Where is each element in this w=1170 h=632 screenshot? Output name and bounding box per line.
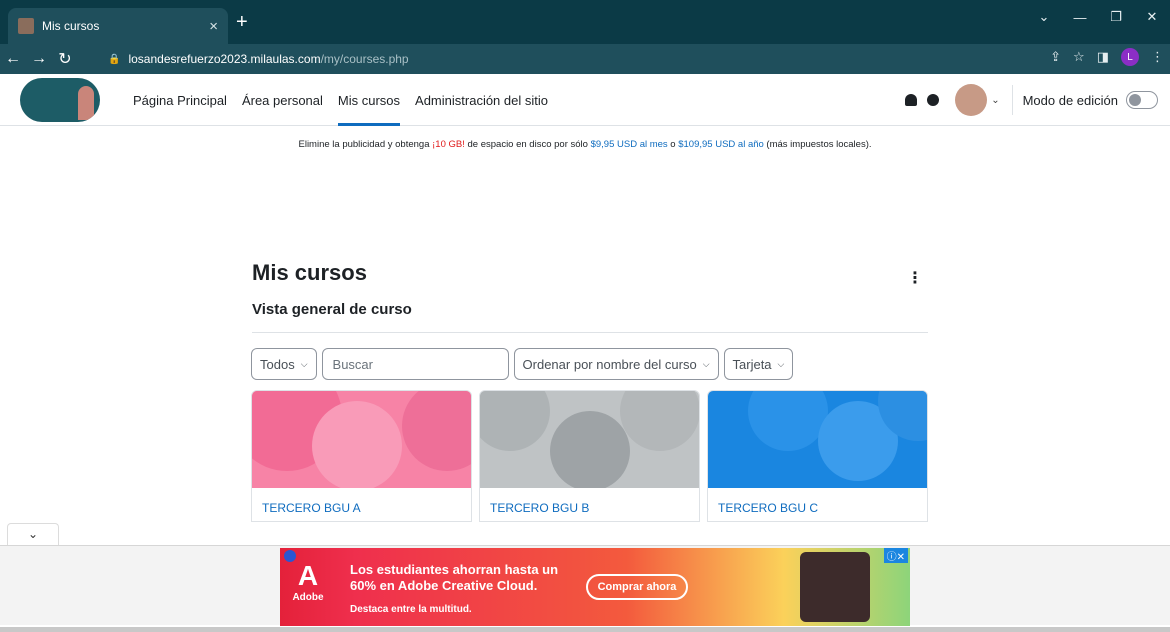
nav-site-admin[interactable]: Administración del sitio bbox=[415, 74, 548, 126]
user-avatar[interactable] bbox=[955, 84, 988, 116]
chevron-down-icon: ⌵ bbox=[777, 358, 785, 369]
ad-removal-notice: Elimine la publicidad y obtenga ¡10 GB! … bbox=[0, 139, 1170, 150]
section-divider bbox=[252, 332, 928, 333]
browser-menu-icon[interactable]: ⋮ bbox=[1151, 49, 1164, 65]
back-icon[interactable]: ← bbox=[0, 50, 26, 68]
course-overview-title: Vista general de curso bbox=[252, 301, 412, 318]
adobe-wordmark: Adobe bbox=[292, 592, 324, 603]
lock-icon[interactable]: 🔒 bbox=[108, 54, 120, 65]
ad-close-icon[interactable]: ⓘ✕ bbox=[883, 548, 908, 563]
chevron-down-icon: ⌵ bbox=[300, 358, 308, 369]
sort-label: Ordenar por nombre del curso bbox=[522, 356, 697, 372]
minimize-icon[interactable]: — bbox=[1062, 0, 1098, 34]
course-search-input[interactable]: Buscar bbox=[321, 348, 509, 380]
nav-dashboard[interactable]: Área personal bbox=[242, 74, 323, 126]
ad-subheadline: Destaca entre la multitud. bbox=[350, 604, 472, 615]
search-placeholder: Buscar bbox=[332, 356, 373, 372]
bookmark-star-icon[interactable]: ☆ bbox=[1073, 49, 1085, 65]
price-year-link[interactable]: $109,95 USD al año bbox=[678, 139, 764, 150]
edit-mode-label: Modo de edición bbox=[1022, 92, 1118, 108]
course-card[interactable]: TERCERO BGU B bbox=[479, 390, 700, 522]
navbar-divider bbox=[1011, 85, 1013, 115]
site-navbar: Página Principal Área personal Mis curso… bbox=[0, 74, 1170, 126]
course-card[interactable]: TERCERO BGU C bbox=[707, 390, 928, 522]
course-cards: TERCERO BGU A TERCERO BGU B TERCERO BGU … bbox=[251, 390, 935, 522]
edit-mode-toggle[interactable] bbox=[1126, 91, 1158, 109]
notice-text: de espacio en disco por sólo bbox=[464, 139, 591, 150]
grouping-dropdown[interactable]: Todos ⌵ bbox=[251, 348, 317, 380]
profile-avatar[interactable]: L bbox=[1121, 48, 1139, 66]
horizontal-scrollbar[interactable] bbox=[0, 627, 1170, 632]
course-title-link[interactable]: TERCERO BGU B bbox=[480, 488, 699, 521]
adobe-logo: A Adobe bbox=[290, 560, 326, 618]
side-panel-icon[interactable]: ◨ bbox=[1097, 49, 1109, 65]
ad-cta-button[interactable]: Comprar ahora bbox=[586, 574, 688, 600]
window-close-icon[interactable]: ✕ bbox=[1134, 0, 1170, 34]
notifications-bell-icon[interactable] bbox=[905, 94, 918, 106]
course-title-link[interactable]: TERCERO BGU A bbox=[252, 488, 471, 521]
url-host: losandesrefuerzo2023.milaulas.com bbox=[128, 52, 321, 66]
course-image[interactable] bbox=[708, 391, 927, 488]
course-title-link[interactable]: TERCERO BGU C bbox=[708, 488, 927, 521]
browser-tab[interactable]: Mis cursos × bbox=[8, 8, 228, 44]
ad-artwork bbox=[800, 552, 870, 622]
url-path: /my/courses.php bbox=[320, 52, 409, 66]
new-tab-button[interactable]: + bbox=[236, 12, 248, 32]
course-card[interactable]: TERCERO BGU A bbox=[251, 390, 472, 522]
notice-highlight: ¡10 GB! bbox=[432, 139, 465, 150]
view-dropdown[interactable]: Tarjeta ⌵ bbox=[723, 348, 794, 380]
chevron-down-icon: ⌵ bbox=[702, 358, 710, 369]
notice-text: o bbox=[667, 139, 679, 150]
restore-icon[interactable]: ❐ bbox=[1098, 0, 1134, 34]
grouping-label: Todos bbox=[260, 356, 295, 372]
tab-title: Mis cursos bbox=[42, 19, 100, 33]
user-menu-chevron-icon[interactable]: ⌄ bbox=[991, 95, 999, 106]
ad-headline-line-1: Los estudiantes ahorran hasta un bbox=[350, 562, 559, 577]
sort-dropdown[interactable]: Ordenar por nombre del curso ⌵ bbox=[513, 348, 719, 380]
adobe-logo-icon: A bbox=[297, 560, 319, 591]
tab-search-icon[interactable]: ⌄ bbox=[1026, 0, 1062, 34]
nav-home[interactable]: Página Principal bbox=[133, 74, 227, 126]
ad-banner[interactable]: A Adobe Los estudiantes ahorran hasta un… bbox=[280, 548, 910, 626]
ad-headline: Los estudiantes ahorran hasta un 60% en … bbox=[350, 562, 570, 594]
reload-icon[interactable]: ↻ bbox=[52, 49, 78, 69]
browser-toolbar: ← → ↻ 🔒 losandesrefuerzo2023.milaulas.co… bbox=[0, 44, 1170, 74]
site-favicon-icon bbox=[18, 18, 34, 34]
notice-text: (más impuestos locales). bbox=[763, 139, 872, 150]
more-actions-icon[interactable]: ⋮ bbox=[907, 268, 923, 288]
tab-close-icon[interactable]: × bbox=[209, 18, 218, 35]
share-icon[interactable]: ⇪ bbox=[1050, 49, 1061, 65]
course-image[interactable] bbox=[480, 391, 699, 488]
view-label: Tarjeta bbox=[732, 356, 772, 372]
course-image[interactable] bbox=[252, 391, 471, 488]
collapse-ad-toggle[interactable]: ⌄ bbox=[7, 523, 59, 545]
forward-icon[interactable]: → bbox=[26, 50, 52, 68]
messages-chat-icon[interactable] bbox=[927, 94, 940, 106]
price-month-link[interactable]: $9,95 USD al mes bbox=[591, 139, 668, 150]
nav-my-courses[interactable]: Mis cursos bbox=[337, 74, 401, 126]
notice-text: Elimine la publicidad y obtenga bbox=[298, 139, 433, 150]
page-title: Mis cursos bbox=[252, 260, 367, 285]
address-bar[interactable]: 🔒 losandesrefuerzo2023.milaulas.com /my/… bbox=[108, 48, 1008, 70]
course-filters: Todos ⌵ Buscar Ordenar por nombre del cur… bbox=[251, 348, 798, 380]
ad-headline-line-2: 60% en Adobe Creative Cloud. bbox=[350, 578, 538, 593]
browser-tab-strip: Mis cursos × + ⌄ — ❐ ✕ bbox=[0, 0, 1170, 44]
site-logo[interactable] bbox=[20, 78, 100, 122]
